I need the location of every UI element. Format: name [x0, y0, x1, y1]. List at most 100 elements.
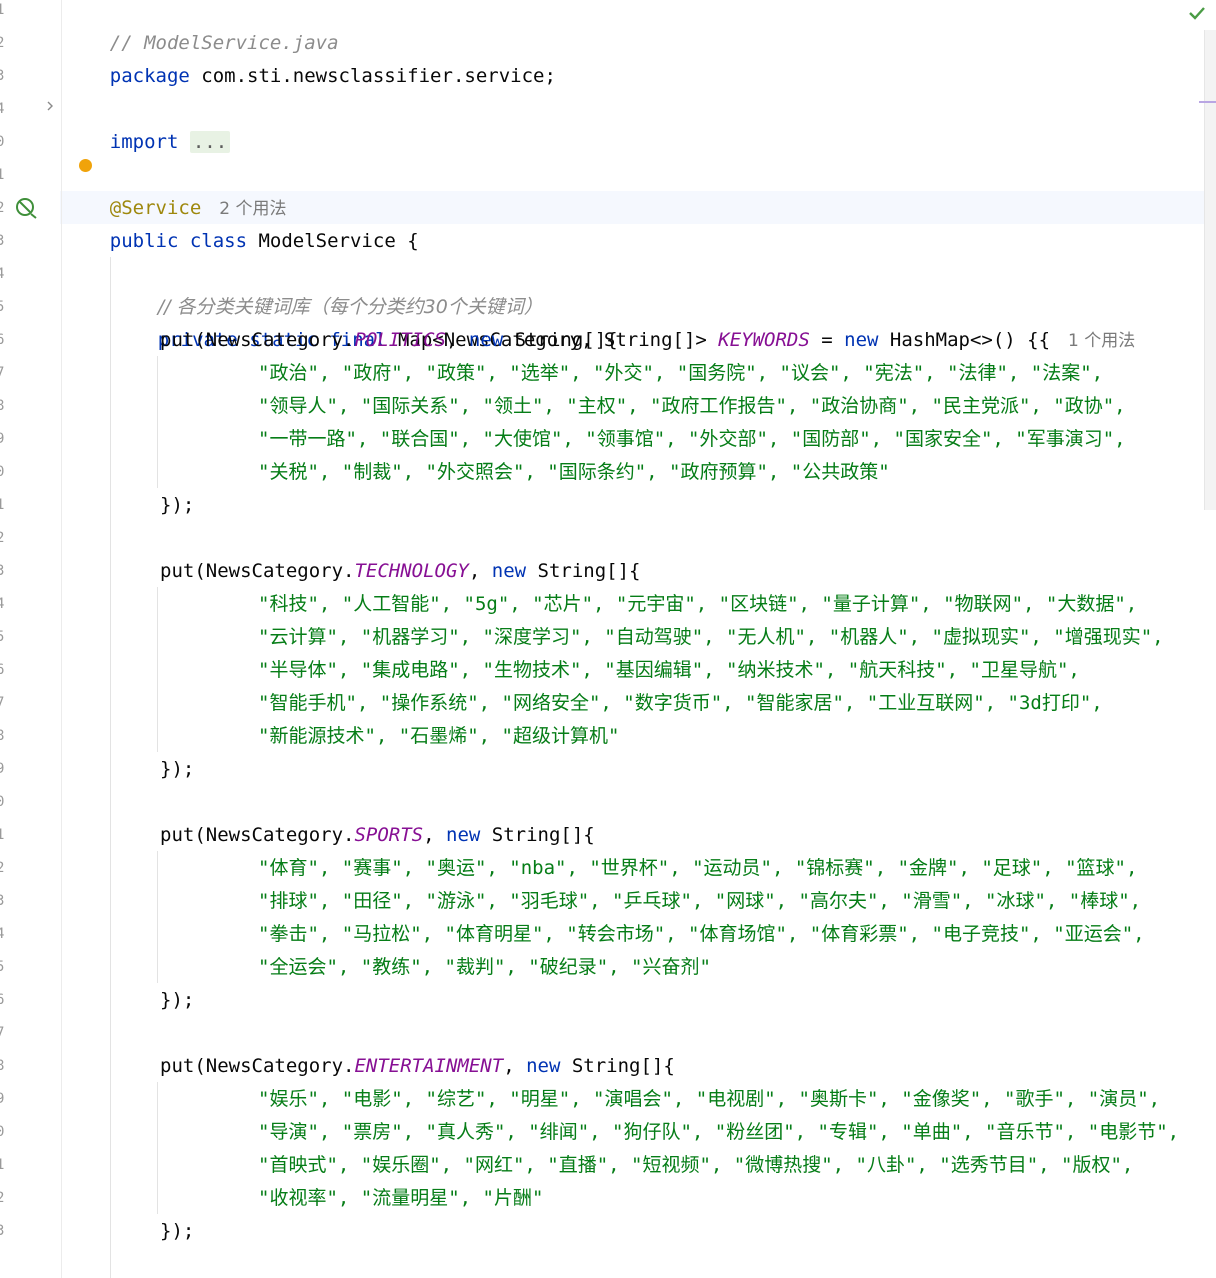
- line-number: 2: [0, 35, 5, 51]
- new-keyword: new: [468, 329, 504, 351]
- line-number: 8: [0, 1058, 5, 1074]
- usage-hint-keywords[interactable]: 1 个用法: [1068, 331, 1135, 351]
- line-number: 0: [0, 794, 5, 810]
- line-number: 3: [0, 233, 5, 249]
- block-close[interactable]: });: [160, 753, 194, 786]
- line-number: 3: [0, 893, 5, 909]
- check-icon[interactable]: [1186, 2, 1208, 24]
- line-number: 8: [0, 398, 5, 414]
- folded-imports[interactable]: ...: [189, 131, 231, 153]
- code-editor[interactable]: 1 2 3 4 0 1 2 3 4 5 6 7 8 9 0 1 2 3 4 5 6 7 8 9 0 1 2 3 4 5 6 7 8 9 0 1 2 3 /…: [0, 0, 1216, 1278]
- indent-guide: [110, 257, 111, 1278]
- code-line-keywords-comment[interactable]: // 各分类关键词库（每个分类约30个关键词）: [112, 258, 543, 318]
- keyword-string-line[interactable]: "云计算", "机器学习", "深度学习", "自动驾驶", "无人机", "机…: [258, 621, 1164, 654]
- line-number: 2: [0, 200, 5, 216]
- keyword-string-line[interactable]: "智能手机", "操作系统", "网络安全", "数字货币", "智能家居", …: [258, 687, 1103, 720]
- class-name: ModelService {: [247, 230, 419, 252]
- package-keyword: package: [109, 65, 190, 87]
- keyword-string-line[interactable]: "领导人", "国际关系", "领土", "主权", "政府工作报告", "政治…: [258, 390, 1126, 423]
- category-name: ENTERTAINMENT: [354, 1055, 504, 1077]
- package-name: com.sti.newsclassifier.service;: [189, 65, 556, 87]
- put-mid: ,: [468, 560, 492, 582]
- code-line-put-sports[interactable]: put(NewsCategory.SPORTS, new String[]{: [160, 819, 595, 852]
- keyword-string-line[interactable]: "关税", "制裁", "外交照会", "国际条约", "政府预算", "公共政…: [258, 456, 890, 489]
- indent-guide: [157, 356, 158, 488]
- line-number-gutter: [0, 0, 60, 1278]
- line-number: 3: [0, 68, 5, 84]
- block-close[interactable]: });: [160, 1215, 194, 1248]
- code-line-annotation[interactable]: @Service 2 个用法: [64, 159, 287, 219]
- keyword-string-line[interactable]: "科技", "人工智能", "5g", "芯片", "元宇宙", "区块链", …: [258, 588, 1137, 621]
- line-number: 0: [0, 464, 5, 480]
- indent-guide: [157, 1082, 158, 1214]
- line-number: 2: [0, 1190, 5, 1206]
- code-line-put-entertainment[interactable]: put(NewsCategory.ENTERTAINMENT, new Stri…: [160, 1050, 675, 1083]
- line-number: 9: [0, 761, 5, 777]
- code-line-class-decl[interactable]: public class ModelService {: [64, 192, 419, 252]
- gutter-separator: [61, 0, 62, 1278]
- line-number: 1: [0, 827, 5, 843]
- keyword-string-line[interactable]: "政治", "政府", "政策", "选举", "外交", "国务院", "议会…: [258, 357, 1103, 390]
- scrollbar-marker: [1199, 101, 1216, 103]
- keyword-string-line[interactable]: "新能源技术", "石墨烯", "超级计算机": [258, 720, 619, 753]
- line-number: 3: [0, 563, 5, 579]
- keyword-string-line[interactable]: "娱乐", "电影", "综艺", "明星", "演唱会", "电视剧", "奥…: [258, 1083, 1160, 1116]
- line-number: 2: [0, 530, 5, 546]
- chevron-right-icon[interactable]: [43, 99, 57, 113]
- line-number: 1: [0, 2, 5, 18]
- indent-guide: [157, 851, 158, 983]
- block-close[interactable]: });: [160, 984, 194, 1017]
- put-suffix: String[]{: [480, 824, 595, 846]
- keyword-string-line[interactable]: "全运会", "教练", "裁判", "破纪录", "兴奋剂": [258, 951, 711, 984]
- code-line-put-politics[interactable]: put(NewsCategory.POLITICS, new String[]{: [160, 324, 618, 357]
- class-keywords: public class: [109, 230, 248, 252]
- spring-bean-icon[interactable]: [14, 196, 38, 220]
- put-prefix: put(NewsCategory.: [160, 824, 355, 846]
- keyword-string-line[interactable]: "半导体", "集成电路", "生物技术", "基因编辑", "纳米技术", "…: [258, 654, 1080, 687]
- put-suffix: String[]{: [503, 329, 618, 351]
- line-number: 6: [0, 332, 5, 348]
- line-number: 5: [0, 629, 5, 645]
- put-prefix: put(NewsCategory.: [160, 329, 355, 351]
- new-keyword: new: [446, 824, 481, 846]
- keyword-string-line[interactable]: "拳击", "马拉松", "体育明星", "转会市场", "体育场馆", "体育…: [258, 918, 1145, 951]
- new-keyword: new: [844, 329, 879, 351]
- code-line-import[interactable]: import ...: [64, 93, 231, 153]
- code-line-put-technology[interactable]: put(NewsCategory.TECHNOLOGY, new String[…: [160, 555, 640, 588]
- keyword-string-line[interactable]: "导演", "票房", "真人秀", "绯闻", "狗仔队", "粉丝团", "…: [258, 1116, 1179, 1149]
- line-number: 9: [0, 1091, 5, 1107]
- keyword-string-line[interactable]: "体育", "赛事", "奥运", "nba", "世界杯", "运动员", "…: [258, 852, 1137, 885]
- keyword-string-line[interactable]: "首映式", "娱乐圈", "网红", "直播", "短视频", "微博热搜",…: [258, 1149, 1133, 1182]
- indent-guide: [157, 587, 158, 752]
- code-line-file-comment[interactable]: // ModelService.java: [64, 0, 339, 54]
- line-number: 4: [0, 266, 5, 282]
- line-number: 4: [0, 926, 5, 942]
- code-line-package[interactable]: package com.sti.newsclassifier.service;: [64, 27, 556, 87]
- line-number: 1: [0, 1157, 5, 1173]
- line-number: 7: [0, 695, 5, 711]
- import-keyword: import: [109, 131, 179, 153]
- put-mid: ,: [503, 1055, 527, 1077]
- line-number: 4: [0, 596, 5, 612]
- field-init: HashMap<>() {{: [878, 329, 1051, 351]
- put-suffix: String[]{: [560, 1055, 675, 1077]
- block-close[interactable]: });: [160, 489, 194, 522]
- line-number: 8: [0, 728, 5, 744]
- line-number: 5: [0, 959, 5, 975]
- category-name: SPORTS: [354, 824, 424, 846]
- put-prefix: put(NewsCategory.: [160, 560, 355, 582]
- line-number: 1: [0, 497, 5, 513]
- code-line-keywords-field[interactable]: private static final Map<NewsCategory, S…: [112, 291, 1136, 351]
- put-prefix: put(NewsCategory.: [160, 1055, 355, 1077]
- field-name: KEYWORDS: [718, 329, 810, 351]
- line-number: 7: [0, 1025, 5, 1041]
- keyword-string-line[interactable]: "排球", "田径", "游泳", "羽毛球", "乒乓球", "网球", "高…: [258, 885, 1141, 918]
- category-name: POLITICS: [354, 329, 446, 351]
- keyword-string-line[interactable]: "收视率", "流量明星", "片酬": [258, 1182, 543, 1215]
- keyword-string-line[interactable]: "一带一路", "联合国", "大使馆", "领事馆", "外交部", "国防部…: [258, 423, 1126, 456]
- put-mid: ,: [445, 329, 469, 351]
- line-number: 1: [0, 167, 5, 183]
- put-suffix: String[]{: [526, 560, 641, 582]
- put-mid: ,: [423, 824, 446, 846]
- line-number: 5: [0, 299, 5, 315]
